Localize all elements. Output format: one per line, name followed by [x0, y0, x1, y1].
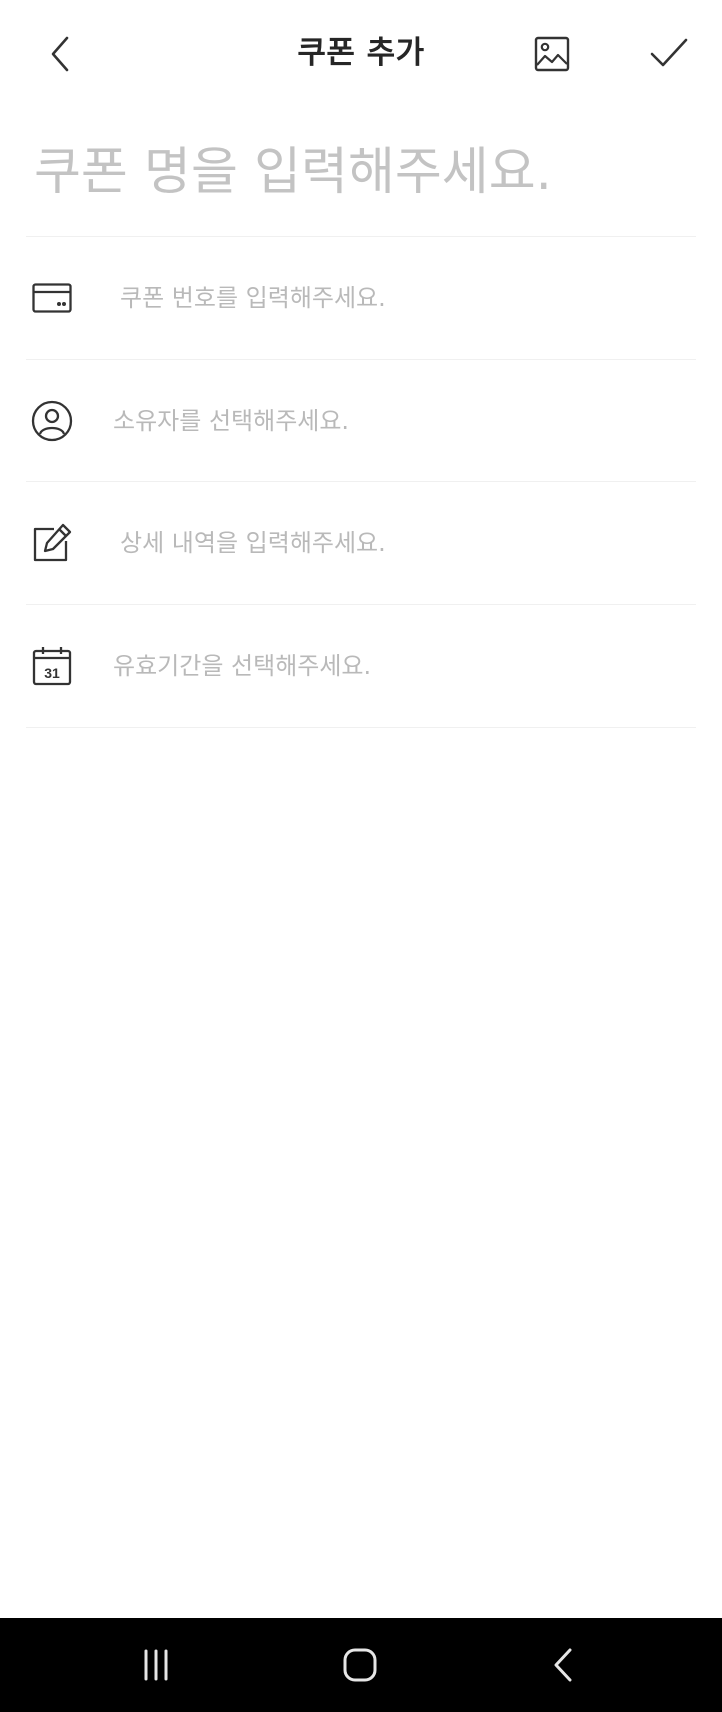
user-icon — [31, 400, 73, 442]
recents-button[interactable] — [126, 1635, 186, 1695]
image-icon — [534, 36, 570, 72]
recents-icon — [144, 1649, 168, 1681]
card-icon — [32, 283, 72, 313]
owner-placeholder: 소유자를 선택해주세요. — [113, 407, 350, 435]
coupon-name-input[interactable] — [34, 130, 684, 214]
details-field[interactable]: 상세 내역을 입력해주세요. — [26, 482, 696, 604]
back-icon — [554, 1648, 572, 1682]
calendar-icon: 31 — [32, 647, 72, 686]
system-navigation-bar — [0, 1618, 722, 1712]
app-bar: 쿠폰 추가 — [0, 0, 722, 110]
divider — [26, 727, 696, 728]
add-image-button[interactable] — [522, 24, 582, 84]
owner-field[interactable]: 소유자를 선택해주세요. — [26, 360, 696, 482]
details-placeholder: 상세 내역을 입력해주세요. — [120, 529, 386, 557]
home-icon — [343, 1648, 377, 1682]
coupon-number-placeholder: 쿠폰 번호를 입력해주세요. — [120, 284, 386, 312]
field-icon-wrap: 31 — [26, 605, 78, 727]
system-back-button[interactable] — [534, 1635, 594, 1695]
field-icon-wrap — [26, 360, 78, 482]
save-button[interactable] — [639, 24, 699, 84]
expiration-date-placeholder: 유효기간을 선택해주세요. — [113, 652, 372, 680]
calendar-day-label: 31 — [44, 665, 60, 681]
page-title: 쿠폰 추가 — [297, 35, 425, 71]
checkmark-icon — [650, 38, 688, 67]
coupon-number-field[interactable]: 쿠폰 번호를 입력해주세요. — [26, 237, 696, 359]
edit-icon — [33, 523, 72, 562]
field-icon-wrap — [26, 237, 78, 359]
home-button[interactable] — [330, 1635, 390, 1695]
field-icon-wrap — [26, 482, 78, 604]
expiration-date-field[interactable]: 31 유효기간을 선택해주세요. — [26, 605, 696, 727]
